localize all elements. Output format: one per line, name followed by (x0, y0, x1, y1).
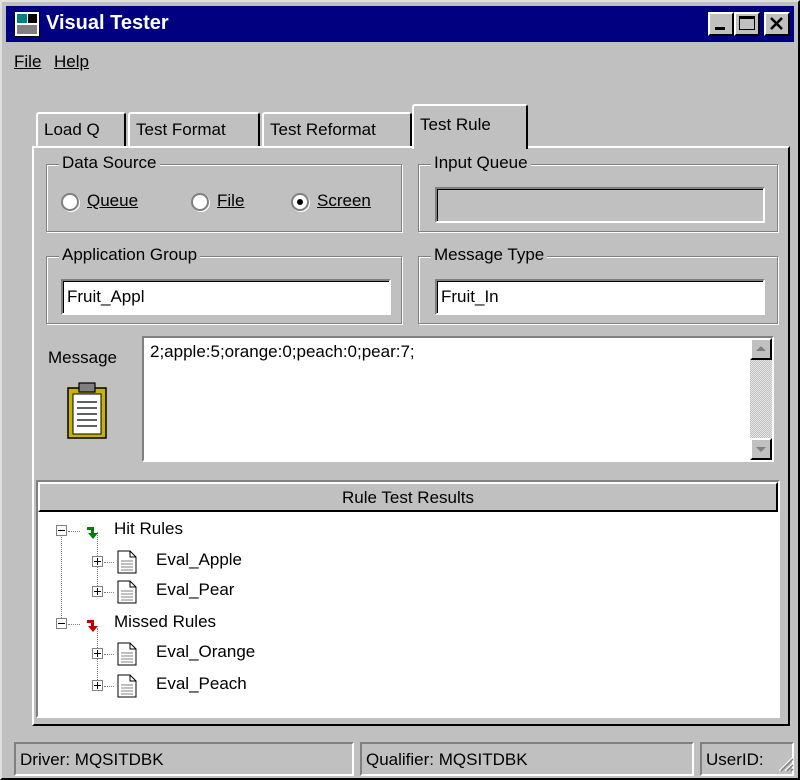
tree-node-eval-pear[interactable]: Eval_Pear (156, 580, 234, 600)
close-button[interactable] (764, 12, 790, 36)
document-icon (117, 580, 137, 604)
application-group-legend: Application Group (59, 245, 201, 265)
document-icon (117, 674, 137, 698)
tree-node-eval-peach[interactable]: Eval_Peach (156, 674, 247, 694)
tree-line (68, 531, 80, 532)
tree-line (104, 686, 114, 687)
tab-test-reformat[interactable]: Test Reformat (262, 112, 412, 146)
radio-queue[interactable] (61, 193, 79, 211)
radio-queue-label[interactable]: Queue (87, 191, 138, 211)
green-arrow-icon (87, 527, 98, 539)
data-source-group: Data Source Queue File Screen (46, 153, 402, 232)
radio-screen[interactable] (291, 193, 309, 211)
message-text: 2;apple:5;orange:0;peach:0;pear:7; (150, 342, 415, 361)
status-bar: Driver: MQSITDBK Qualifier: MQSITDBK Use… (6, 740, 796, 778)
tree-node-hit-rules[interactable]: Hit Rules (114, 519, 183, 539)
scroll-up-icon (756, 346, 766, 351)
message-scrollbar[interactable] (750, 338, 772, 460)
scroll-up-button[interactable] (750, 338, 772, 360)
tree-node-missed-rules[interactable]: Missed Rules (114, 612, 216, 632)
close-icon (770, 17, 783, 30)
resize-grip-icon[interactable] (776, 754, 794, 772)
app-icon[interactable] (14, 11, 40, 37)
menu-bar: File Help (6, 46, 794, 76)
message-type-group: Message Type Fruit_In (418, 245, 778, 324)
title-bar[interactable]: Visual Tester (6, 6, 794, 42)
tree-line (104, 562, 114, 563)
minimize-button[interactable] (708, 12, 734, 36)
radio-file[interactable] (191, 193, 209, 211)
collapse-toggle[interactable] (56, 618, 67, 629)
message-textarea[interactable]: 2;apple:5;orange:0;peach:0;pear:7; (142, 336, 774, 462)
app-window: Visual Tester File Help Load Q Test Form… (0, 0, 800, 780)
tree-node-eval-apple[interactable]: Eval_Apple (156, 550, 242, 570)
message-type-legend: Message Type (431, 245, 548, 265)
scroll-down-button[interactable] (750, 438, 772, 460)
data-source-legend: Data Source (59, 153, 160, 173)
maximize-icon (739, 16, 755, 30)
application-group-group: Application Group Fruit_Appl (46, 245, 402, 324)
tree-line (68, 624, 80, 625)
tree-line (104, 654, 114, 655)
tab-test-format[interactable]: Test Format (128, 112, 260, 146)
rule-test-results: Rule Test Results Hit Rules Eval_Apple E… (36, 480, 780, 718)
results-header[interactable]: Rule Test Results (38, 482, 778, 512)
tree-node-eval-orange[interactable]: Eval_Orange (156, 642, 255, 662)
message-type-field[interactable]: Fruit_In (435, 279, 765, 315)
document-icon (117, 642, 137, 666)
menu-help[interactable]: Help (54, 52, 89, 72)
menu-file[interactable]: File (14, 52, 41, 72)
maximize-button[interactable] (734, 12, 760, 36)
expand-toggle[interactable] (92, 556, 103, 567)
message-label: Message (48, 348, 117, 367)
tree-line (104, 592, 114, 593)
expand-toggle[interactable] (92, 648, 103, 659)
expand-toggle[interactable] (92, 586, 103, 597)
input-queue-field[interactable] (435, 187, 765, 223)
red-arrow-icon (87, 620, 98, 632)
status-driver: Driver: MQSITDBK (14, 742, 354, 776)
clipboard-icon[interactable] (64, 380, 112, 440)
tab-load-q[interactable]: Load Q (36, 112, 126, 146)
application-group-field[interactable]: Fruit_Appl (61, 279, 391, 315)
window-title: Visual Tester (46, 12, 169, 34)
collapse-toggle[interactable] (56, 525, 67, 536)
status-qualifier: Qualifier: MQSITDBK (360, 742, 694, 776)
radio-file-label[interactable]: File (217, 191, 244, 211)
document-icon (117, 550, 137, 574)
tree-line (61, 532, 62, 626)
tab-test-rule[interactable]: Test Rule (412, 104, 528, 149)
radio-screen-label[interactable]: Screen (317, 191, 371, 211)
minimize-icon (715, 27, 725, 30)
input-queue-group: Input Queue (418, 153, 778, 232)
scroll-down-icon (756, 447, 766, 452)
input-queue-legend: Input Queue (431, 153, 531, 173)
expand-toggle[interactable] (92, 680, 103, 691)
